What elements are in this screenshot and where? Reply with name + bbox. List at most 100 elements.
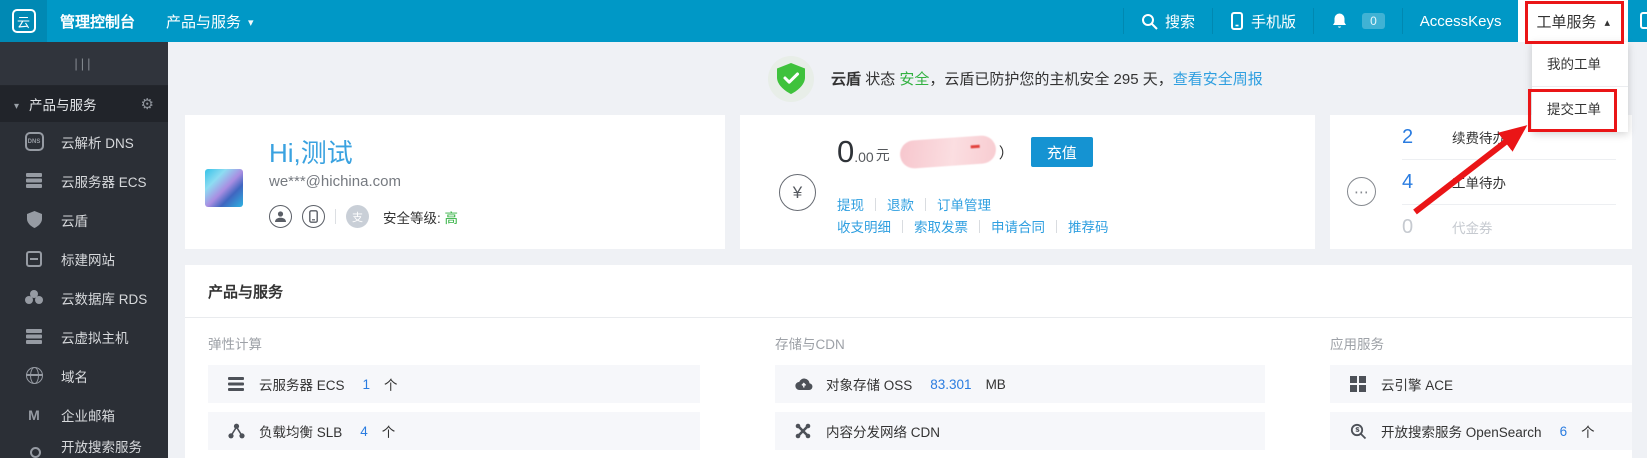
- sidebar-item-enterprise-mail[interactable]: 企业邮箱: [0, 395, 168, 434]
- shield-check-icon: [777, 63, 805, 94]
- aliyun-logo[interactable]: 云: [0, 0, 47, 42]
- todo-vouchers[interactable]: 0 代金券: [1402, 204, 1616, 249]
- website-icon: [24, 249, 44, 269]
- balance-decimal: .00: [854, 149, 874, 165]
- product-row-ace[interactable]: 云引擎 ACE: [1330, 365, 1632, 403]
- sidebar-items: 云解析 DNS 云服务器 ECS 云盾 标建网站 云数据库 RDS: [0, 122, 168, 458]
- yuan-icon: [779, 174, 816, 211]
- host-icon: [24, 327, 44, 347]
- todo-tickets[interactable]: 4 工单待办: [1402, 159, 1616, 204]
- security-notice-text: 云盾 状态 安全，云盾已防护您的主机安全 295 天，查看安全周报: [831, 71, 1263, 88]
- globe-icon: [24, 366, 44, 386]
- console-logo-icon: 云: [11, 9, 36, 33]
- mail-icon: [24, 405, 44, 425]
- column-header: 存储与CDN: [775, 337, 845, 352]
- column-storage-cdn: 存储与CDN 对象存储 OSS 83.301 MB 内容分发网络 CDN: [775, 333, 1265, 458]
- refund-link[interactable]: 退款: [887, 194, 914, 214]
- ellipsis-icon: [1347, 177, 1376, 206]
- sidebar-item-rds[interactable]: 云数据库 RDS: [0, 278, 168, 317]
- security-status: 安全: [899, 71, 930, 88]
- recharge-button[interactable]: 充值: [1030, 137, 1093, 167]
- column-header: 弹性计算: [208, 337, 262, 352]
- sidebar-collapse-handle[interactable]: [0, 42, 168, 86]
- invoice-link[interactable]: 索取发票: [914, 216, 968, 236]
- currency-unit: 元: [875, 147, 890, 163]
- sidebar: 产品与服务 云解析 DNS 云服务器 ECS 云盾 标建网站: [0, 42, 168, 458]
- security-notice: 云盾 状态 安全，云盾已防护您的主机安全 295 天，查看安全周报: [168, 42, 1647, 115]
- gear-icon[interactable]: [141, 95, 154, 113]
- order-management-link[interactable]: 订单管理: [937, 194, 991, 214]
- referral-code-link[interactable]: 推荐码: [1068, 216, 1109, 236]
- cloud-storage-icon: [793, 375, 813, 393]
- menu-item-submit-ticket[interactable]: 提交工单: [1532, 87, 1628, 132]
- shield-ring: [768, 55, 814, 102]
- account-card: Hi,测试 we***@hichina.com 安全等级: 高: [185, 115, 725, 249]
- balance-card: 0 .00 元 ） 充值 提现 退款 订单管理 收支明细 索: [740, 115, 1315, 249]
- mobile-phone-icon: [1231, 12, 1244, 30]
- balance-links-row1: 提现 退款 订单管理: [837, 194, 991, 214]
- blocks-icon: [1348, 375, 1368, 393]
- nav-console-title[interactable]: 管理控制台: [47, 0, 149, 42]
- phone-icon[interactable]: [302, 205, 325, 228]
- product-row-opensearch[interactable]: 开放搜索服务 OpenSearch 6 个: [1330, 412, 1632, 450]
- menu-item-my-tickets[interactable]: 我的工单: [1532, 42, 1628, 87]
- cdn-network-icon: [793, 422, 813, 440]
- todo-card: 2 续费待办 4 工单待办 0 代金券: [1330, 115, 1632, 249]
- sidebar-item-virtual-host[interactable]: 云虚拟主机: [0, 317, 168, 356]
- balance-integer: 0: [837, 134, 855, 169]
- shield-icon: [24, 210, 44, 230]
- avatar[interactable]: [205, 169, 243, 207]
- account-icons-row: 安全等级: 高: [269, 205, 458, 228]
- contract-link[interactable]: 申请合同: [991, 216, 1045, 236]
- security-level-value: 高: [444, 210, 459, 226]
- product-row-ecs[interactable]: 云服务器 ECS 1 个: [208, 365, 700, 403]
- security-level-label: 安全等级:: [383, 210, 441, 226]
- search-icon: [1348, 422, 1368, 440]
- sidebar-item-dns[interactable]: 云解析 DNS: [0, 122, 168, 161]
- partial-nav-icon: [1640, 12, 1647, 29]
- search-icon: [1142, 13, 1158, 30]
- nav-partial-item: [1628, 0, 1647, 42]
- product-row-oss[interactable]: 对象存储 OSS 83.301 MB: [775, 365, 1265, 403]
- nav-mobile-version[interactable]: 手机版: [1213, 0, 1313, 42]
- nav-search[interactable]: 搜索: [1124, 0, 1212, 42]
- top-nav-bar: 云 管理控制台 产品与服务 搜索 手机版: [0, 0, 1647, 42]
- chevron-down-icon: [14, 97, 19, 112]
- sidebar-item-ecs[interactable]: 云服务器 ECS: [0, 161, 168, 200]
- todo-rows: 2 续费待办 4 工单待办 0 代金券: [1402, 115, 1616, 249]
- sidebar-section-products[interactable]: 产品与服务: [0, 86, 168, 122]
- main-content: 云盾 状态 安全，云盾已防护您的主机安全 295 天，查看安全周报 Hi,测试 …: [168, 42, 1647, 458]
- withdraw-link[interactable]: 提现: [837, 194, 864, 214]
- security-report-link[interactable]: 查看安全周报: [1173, 71, 1263, 88]
- search-icon: [24, 444, 44, 458]
- sidebar-item-website-builder[interactable]: 标建网站: [0, 239, 168, 278]
- balance-row: 0 .00 元 ） 充值: [837, 134, 1093, 170]
- server-icon: [226, 375, 246, 393]
- redacted-area: [898, 134, 997, 170]
- products-panel: 产品与服务 弹性计算 云服务器 ECS 1 个 负载均衡 SLB 4 个 存储与…: [185, 265, 1632, 458]
- sidebar-item-yundun[interactable]: 云盾: [0, 200, 168, 239]
- column-elastic-computing: 弹性计算 云服务器 ECS 1 个 负载均衡 SLB 4 个: [208, 333, 700, 458]
- ticket-service-dropdown: 我的工单 提交工单: [1532, 42, 1628, 132]
- nav-ticket-service-menu[interactable]: 工单服务: [1518, 0, 1628, 42]
- column-header: 应用服务: [1330, 337, 1384, 352]
- product-row-slb[interactable]: 负载均衡 SLB 4 个: [208, 412, 700, 450]
- divider: [335, 209, 336, 224]
- sidebar-item-domain[interactable]: 域名: [0, 356, 168, 395]
- notification-count-badge: 0: [1362, 13, 1385, 29]
- nav-notifications[interactable]: 0: [1314, 0, 1402, 42]
- nav-products-menu[interactable]: 产品与服务: [149, 0, 271, 42]
- summary-cards: Hi,测试 we***@hichina.com 安全等级: 高: [185, 115, 1632, 249]
- sidebar-item-opensearch[interactable]: 开放搜索服务 OpenSearch: [0, 434, 168, 458]
- nav-accesskeys[interactable]: AccessKeys: [1403, 0, 1519, 42]
- product-row-cdn[interactable]: 内容分发网络 CDN: [775, 412, 1265, 450]
- account-email: we***@hichina.com: [269, 173, 401, 190]
- load-balancer-icon: [226, 422, 246, 440]
- dns-icon: [24, 132, 44, 152]
- greeting: Hi,测试: [269, 138, 353, 168]
- person-icon[interactable]: [269, 205, 292, 228]
- transactions-link[interactable]: 收支明细: [837, 216, 891, 236]
- products-panel-title: 产品与服务: [208, 284, 284, 301]
- alipay-icon[interactable]: [346, 205, 369, 228]
